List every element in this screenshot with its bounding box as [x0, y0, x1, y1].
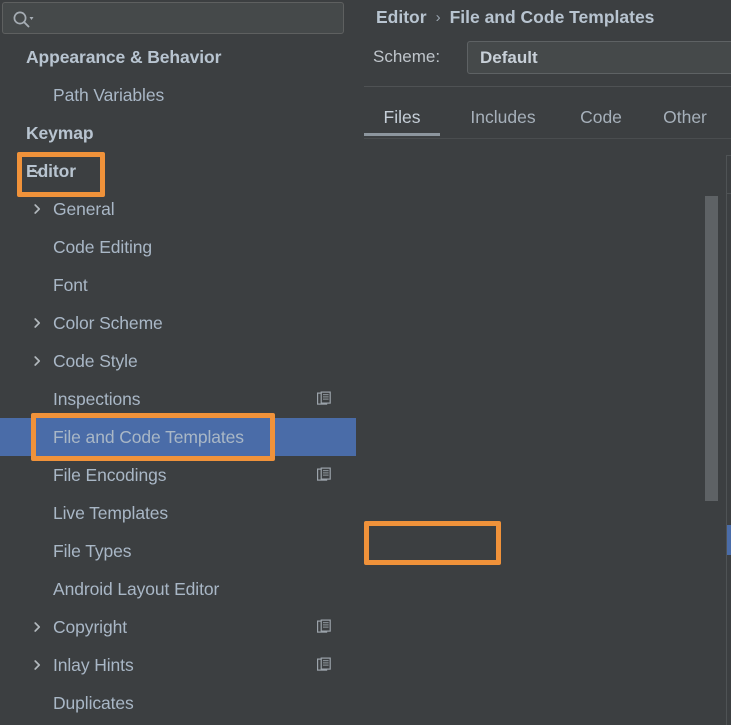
sidebar-item-label: Color Scheme	[53, 312, 163, 333]
chevron-right-icon[interactable]	[30, 658, 44, 672]
template-list-item[interactable]: HHTML File	[727, 195, 731, 225]
sidebar-item-label: File Types	[53, 540, 132, 561]
settings-content: Editor › File and Code Templates Scheme:…	[356, 0, 731, 725]
sidebar-item-duplicates[interactable]: Duplicates	[0, 684, 356, 722]
tab-other[interactable]: Other	[646, 96, 724, 138]
scheme-label: Scheme:	[373, 47, 441, 66]
breadcrumb-separator-icon: ›	[435, 8, 441, 26]
sidebar-item-general[interactable]: General	[0, 190, 356, 228]
sidebar-scrollbar[interactable]	[341, 38, 695, 725]
scheme-row: Scheme: Default	[364, 41, 731, 75]
sidebar-item-label: File and Code Templates	[53, 426, 244, 447]
template-list-scrollbar-thumb[interactable]	[705, 196, 718, 501]
sidebar-item-label: Inspections	[53, 388, 141, 409]
template-list-item[interactable]: JClass	[727, 525, 731, 555]
sidebar-item-file-types[interactable]: File Types	[0, 532, 356, 570]
search-box[interactable]	[2, 2, 344, 34]
tab-code[interactable]: Code	[566, 96, 636, 138]
sidebar-item-file-and-code-templates[interactable]: File and Code Templates	[0, 418, 356, 456]
breadcrumb-current: File and Code Templates	[449, 6, 655, 27]
sidebar-item-code-style[interactable]: Code Style	[0, 342, 356, 380]
template-list-item[interactable]: JRecord	[727, 615, 731, 645]
sidebar-item-font[interactable]: Font	[0, 266, 356, 304]
sidebar-item-label: Keymap	[26, 122, 94, 143]
template-list-item[interactable]: CSSCSS File	[727, 285, 731, 315]
breadcrumb: Editor › File and Code Templates	[376, 0, 654, 34]
template-tabs: Files Includes Code Other	[364, 96, 731, 140]
sidebar-item-label: Code Style	[53, 350, 138, 371]
tab-label: Includes	[470, 106, 536, 127]
sidebar-item-label: Inlay Hints	[53, 654, 134, 675]
template-list-item[interactable]: HHTML4 File	[727, 225, 731, 255]
section-divider	[364, 86, 731, 87]
sidebar-item-label: File Encodings	[53, 464, 167, 485]
template-list-item[interactable]: SASSSCSS File	[727, 375, 731, 405]
sidebar-item-label: Path Variables	[53, 84, 165, 105]
sidebar-item-appearance-behavior[interactable]: Appearance & Behavior	[0, 38, 356, 76]
active-tab-underline	[364, 133, 440, 136]
sidebar-item-label: Editor	[26, 160, 76, 181]
search-icon[interactable]	[12, 10, 34, 28]
scheme-select[interactable]: Default	[467, 41, 731, 74]
sidebar-item-copyright[interactable]: Copyright	[0, 608, 356, 646]
sidebar-item-label: Appearance & Behavior	[26, 46, 222, 67]
sidebar-item-file-encodings[interactable]: File Encodings	[0, 456, 356, 494]
template-list-item[interactable]: GGradle Build Script with wrapper	[727, 495, 731, 525]
tabs-baseline	[364, 138, 731, 139]
template-list-item[interactable]: JInterface	[727, 555, 731, 585]
sidebar-item-android-layout-editor[interactable]: Android Layout Editor	[0, 570, 356, 608]
template-list-item[interactable]: <>XML Properties File	[727, 435, 731, 465]
sidebar-item-live-templates[interactable]: Live Templates	[0, 494, 356, 532]
sidebar-item-path-variables[interactable]: Path Variables	[0, 76, 356, 114]
copy-settings-icon[interactable]	[317, 391, 332, 407]
template-list-item[interactable]: Jmodule-info	[727, 705, 731, 725]
tab-label: Files	[383, 106, 421, 127]
settings-tree: Appearance & Behavior Path Variables Keyma…	[0, 38, 356, 725]
template-list-item[interactable]: JEnum	[727, 585, 731, 615]
copy-settings-icon[interactable]	[317, 467, 332, 483]
template-list-item[interactable]: HXHTML File	[727, 255, 731, 285]
sidebar-item-code-editing[interactable]: Code Editing	[0, 228, 356, 266]
copy-settings-icon[interactable]	[317, 619, 332, 635]
template-list[interactable]: HHTML FileHHTML4 FileHXHTML FileCSSCSS F…	[727, 195, 731, 725]
search-input[interactable]	[37, 9, 337, 29]
scheme-value: Default	[480, 48, 538, 67]
template-list-item[interactable]: {L}Less File	[727, 315, 731, 345]
sidebar-item-label: Android Layout Editor	[53, 578, 220, 599]
tab-files[interactable]: Files	[364, 96, 440, 138]
sidebar-item-inspections[interactable]: Inspections	[0, 380, 356, 418]
sidebar-item-label: Live Templates	[53, 502, 169, 523]
tab-label: Code	[580, 106, 622, 127]
sidebar-item-keymap[interactable]: Keymap	[0, 114, 356, 152]
chevron-right-icon[interactable]	[30, 620, 44, 634]
chevron-right-icon[interactable]	[30, 202, 44, 216]
chevron-right-icon[interactable]	[30, 316, 44, 330]
sidebar-item-color-scheme[interactable]: Color Scheme	[0, 304, 356, 342]
sidebar-item-editor[interactable]: Editor	[0, 152, 356, 190]
sidebar-item-label: General	[53, 198, 115, 219]
template-list-item[interactable]: GGradle Build Script	[727, 465, 731, 495]
chevron-right-icon[interactable]	[30, 354, 44, 368]
template-list-item[interactable]: Jpackage-info	[727, 675, 731, 705]
add-template-button[interactable]	[727, 157, 731, 193]
template-list-panel: HHTML FileHHTML4 FileHXHTML FileCSSCSS F…	[726, 155, 731, 725]
sidebar-item-label: Code Editing	[53, 236, 153, 257]
copy-settings-icon[interactable]	[317, 657, 332, 673]
template-list-item[interactable]: SASSSass File	[727, 345, 731, 375]
tab-label: Other	[663, 106, 707, 127]
settings-dialog: Appearance & Behavior Path Variables Keyma…	[0, 0, 731, 725]
sidebar-item-label: Copyright	[53, 616, 127, 637]
sidebar-item-label: Font	[53, 274, 88, 295]
sidebar-item-inlay-hints[interactable]: Inlay Hints	[0, 646, 356, 684]
breadcrumb-parent[interactable]: Editor	[376, 7, 427, 28]
template-toolbar	[727, 156, 731, 194]
tab-includes[interactable]: Includes	[450, 96, 556, 138]
sidebar-item-label: Duplicates	[53, 692, 134, 713]
template-list-item[interactable]: STYLStylus File	[727, 405, 731, 435]
settings-sidebar: Appearance & Behavior Path Variables Keyma…	[0, 0, 695, 725]
template-list-item[interactable]: JAnnotationType	[727, 645, 731, 675]
